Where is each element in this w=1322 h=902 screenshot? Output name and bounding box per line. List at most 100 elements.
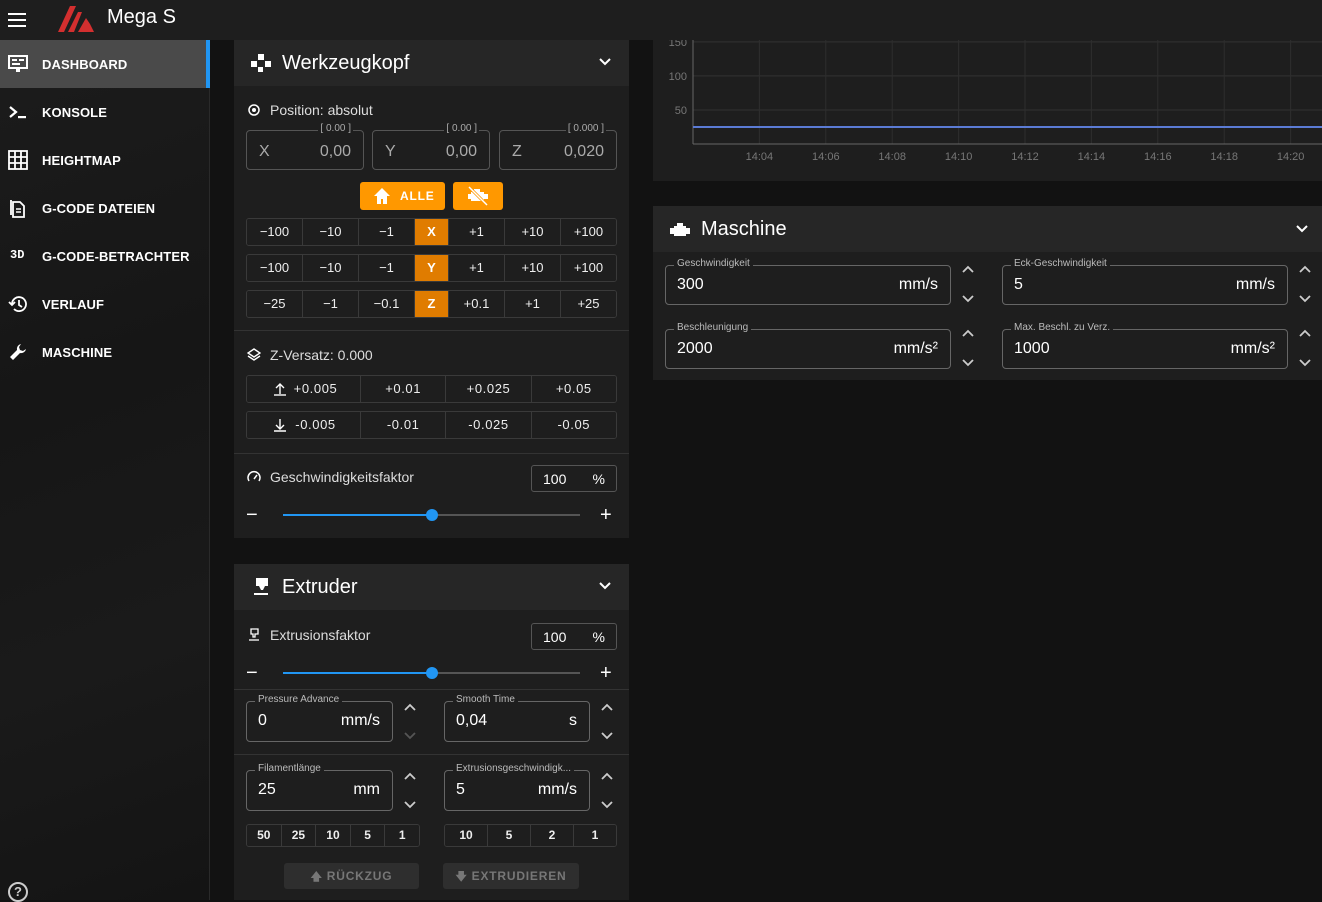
- zoffset-down-0-005[interactable]: -0.005: [247, 412, 361, 438]
- chevron-down-icon[interactable]: [600, 731, 614, 741]
- nav-konsole[interactable]: KONSOLE: [0, 88, 210, 136]
- speed-factor-input[interactable]: 100 %: [531, 465, 617, 492]
- zoffset-up-0-01[interactable]: +0.01: [361, 376, 447, 402]
- chevron-up-icon[interactable]: [403, 702, 417, 712]
- speed-plus-button[interactable]: +: [600, 505, 612, 525]
- jog-y-plus-1[interactable]: +1: [449, 255, 505, 281]
- chevron-down-icon[interactable]: [600, 800, 614, 810]
- jog-x-minus-10[interactable]: −10: [303, 219, 359, 245]
- nav-gcode-files[interactable]: G-CODE DATEIEN: [0, 184, 210, 232]
- home-y-button[interactable]: Y: [415, 255, 449, 281]
- slider-knob[interactable]: [425, 667, 438, 679]
- slider-knob[interactable]: [425, 509, 438, 521]
- length-preset-50[interactable]: 50: [247, 825, 282, 846]
- chevron-down-icon[interactable]: [1298, 294, 1312, 304]
- nav-gcode-viewer[interactable]: 3D G-CODE-BETRACHTER: [0, 232, 210, 280]
- nav-machine[interactable]: MASCHINE: [0, 328, 210, 376]
- motors-off-button[interactable]: [453, 182, 503, 210]
- machine-title: Maschine: [701, 218, 787, 240]
- speed-factor-label: Geschwindigkeitsfaktor: [270, 469, 414, 485]
- chevron-up-icon[interactable]: [1298, 328, 1312, 338]
- home-all-button[interactable]: ALLE: [360, 182, 445, 210]
- jog-x-plus-10[interactable]: +10: [505, 219, 561, 245]
- help-icon[interactable]: ?: [8, 882, 28, 902]
- jog-z-plus-1[interactable]: +1: [505, 291, 561, 317]
- length-preset-5[interactable]: 5: [350, 825, 386, 846]
- pressure-advance-field[interactable]: Pressure Advance 0 mm/s: [246, 694, 393, 742]
- jog-z-minus-25[interactable]: −25: [247, 291, 303, 317]
- jog-y-plus-10[interactable]: +10: [505, 255, 561, 281]
- speed-minus-button[interactable]: −: [246, 505, 258, 525]
- jog-y-plus-100[interactable]: +100: [561, 255, 616, 281]
- nav-heightmap[interactable]: HEIGHTMAP: [0, 136, 210, 184]
- velocity-field[interactable]: Geschwindigkeit 300 mm/s: [665, 258, 951, 305]
- layers-icon: [247, 348, 261, 361]
- chart-x-tick-label: 14:16: [1144, 151, 1172, 163]
- zoffset-down-0-025[interactable]: -0.025: [446, 412, 532, 438]
- chevron-up-icon[interactable]: [600, 702, 614, 712]
- smooth-time-field[interactable]: Smooth Time 0,04 s: [444, 694, 590, 742]
- acceleration-field[interactable]: Beschleunigung 2000 mm/s²: [665, 322, 951, 369]
- jog-x-minus-100[interactable]: −100: [247, 219, 303, 245]
- chevron-up-icon[interactable]: [961, 328, 975, 338]
- machine-header[interactable]: Maschine: [653, 206, 1322, 252]
- speed-factor-slider[interactable]: [283, 509, 580, 521]
- jog-z-plus-25[interactable]: +25: [561, 291, 616, 317]
- jog-x-plus-1[interactable]: +1: [449, 219, 505, 245]
- machine-card: Maschine Geschwindigkeit 300 mm/s Eck-Ge…: [653, 206, 1322, 380]
- toolhead-header[interactable]: Werkzeugkopf: [234, 40, 629, 86]
- extrusion-factor-slider[interactable]: [283, 667, 580, 679]
- speed-preset-1[interactable]: 1: [574, 825, 616, 846]
- jog-z-plus-0-1[interactable]: +0.1: [449, 291, 505, 317]
- length-preset-25[interactable]: 25: [281, 825, 317, 846]
- extrusion-speed-field[interactable]: Extrusionsgeschwindigk... 5 mm/s: [444, 763, 590, 811]
- extruder-header[interactable]: Extruder: [234, 564, 629, 610]
- nav-history[interactable]: VERLAUF: [0, 280, 210, 328]
- extrude-button[interactable]: 🡇 EXTRUDIEREN: [443, 863, 579, 889]
- home-x-button[interactable]: X: [415, 219, 449, 245]
- chevron-down-icon[interactable]: [961, 358, 975, 368]
- chevron-up-icon[interactable]: [1298, 264, 1312, 274]
- chevron-down-icon[interactable]: [1298, 358, 1312, 368]
- zoffset-down-0-05[interactable]: -0.05: [531, 412, 616, 438]
- jog-y-minus-1[interactable]: −1: [359, 255, 415, 281]
- zoffset-down-0-01[interactable]: -0.01: [361, 412, 447, 438]
- chevron-up-icon[interactable]: [961, 264, 975, 274]
- extruder-card: Extruder Extrusionsfaktor 100 % − + Pres…: [234, 564, 629, 900]
- chevron-down-icon[interactable]: [961, 294, 975, 304]
- zoffset-up-0-005[interactable]: +0.005: [247, 376, 361, 402]
- length-preset-1[interactable]: 1: [385, 825, 419, 846]
- chevron-up-icon[interactable]: [600, 771, 614, 781]
- nav-dashboard[interactable]: DASHBOARD: [0, 40, 210, 88]
- speed-preset-10[interactable]: 10: [445, 825, 488, 846]
- chevron-down-icon[interactable]: [597, 54, 613, 70]
- menu-icon[interactable]: [8, 10, 28, 30]
- chevron-up-icon[interactable]: [403, 771, 417, 781]
- extrusion-factor-input[interactable]: 100 %: [531, 623, 617, 650]
- extrusion-minus-button[interactable]: −: [246, 663, 258, 683]
- chevron-down-icon[interactable]: [403, 800, 417, 810]
- zoffset-up-0-025[interactable]: +0.025: [446, 376, 532, 402]
- speed-preset-2[interactable]: 2: [531, 825, 574, 846]
- max-accel-to-decel-field[interactable]: Max. Beschl. zu Verz. 1000 mm/s²: [1002, 322, 1288, 369]
- chevron-down-icon[interactable]: [597, 578, 613, 594]
- chevron-down-icon[interactable]: [1294, 221, 1310, 237]
- extrusion-plus-button[interactable]: +: [600, 663, 612, 683]
- square-corner-velocity-field[interactable]: Eck-Geschwindigkeit 5 mm/s: [1002, 258, 1288, 305]
- filament-length-field[interactable]: Filamentlänge 25 mm: [246, 763, 393, 811]
- chevron-down-icon[interactable]: [403, 731, 417, 741]
- jog-x-minus-1[interactable]: −1: [359, 219, 415, 245]
- jog-x-plus-100[interactable]: +100: [561, 219, 616, 245]
- jog-z-minus-0-1[interactable]: −0.1: [359, 291, 415, 317]
- filament-length-presets: 50 25 10 5 1: [246, 824, 420, 847]
- zoffset-up-0-05[interactable]: +0.05: [531, 376, 616, 402]
- jog-y-minus-10[interactable]: −10: [303, 255, 359, 281]
- length-preset-10[interactable]: 10: [316, 825, 351, 846]
- z-position-field: [ 0.000 ] Z 0,020: [499, 123, 617, 170]
- retract-button[interactable]: 🡅 RÜCKZUG: [284, 863, 419, 889]
- speed-preset-5[interactable]: 5: [488, 825, 531, 846]
- jog-y-minus-100[interactable]: −100: [247, 255, 303, 281]
- home-z-button[interactable]: Z: [415, 291, 449, 317]
- jog-z-minus-1[interactable]: −1: [303, 291, 359, 317]
- y-axis-label: Y: [385, 143, 396, 160]
